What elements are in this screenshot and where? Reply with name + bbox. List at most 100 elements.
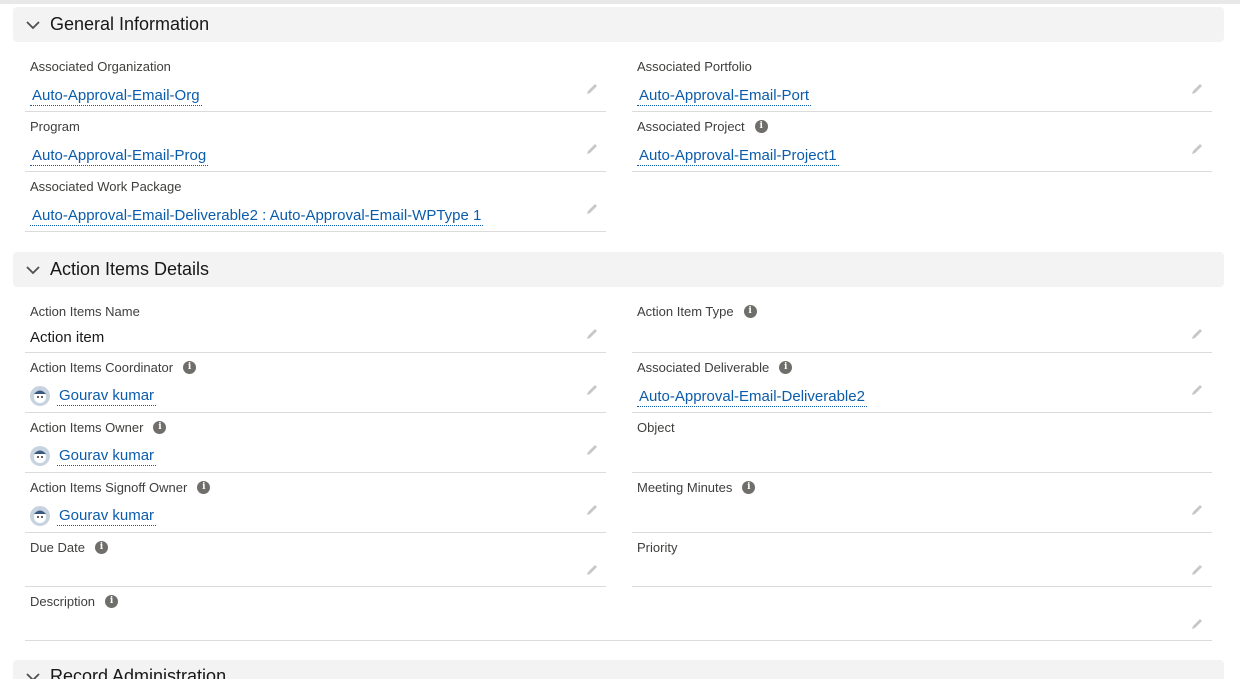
field-action-item-type: Action Item Type i bbox=[632, 304, 1212, 353]
divider bbox=[25, 472, 606, 473]
field-value: Gourav kumar bbox=[30, 446, 157, 466]
field-label: Action Items Owner i bbox=[30, 420, 167, 435]
pencil-icon[interactable] bbox=[585, 142, 599, 156]
divider bbox=[25, 586, 606, 587]
field-meeting-minutes: Meeting Minutes i bbox=[632, 480, 1212, 533]
chevron-down-icon bbox=[25, 17, 41, 33]
divider bbox=[632, 412, 1212, 413]
field-value: Auto-Approval-Email-Deliverable2 : Auto-… bbox=[30, 207, 484, 226]
divider bbox=[25, 532, 606, 533]
pencil-icon[interactable] bbox=[1190, 617, 1204, 631]
divider bbox=[25, 231, 606, 232]
label-text: Description bbox=[30, 594, 96, 609]
field-object: Object bbox=[632, 420, 1212, 473]
label-text: Action Items Coordinator bbox=[30, 360, 174, 375]
user-avatar-icon bbox=[30, 446, 50, 466]
program-link[interactable]: Auto-Approval-Email-Prog bbox=[30, 147, 209, 166]
label-text: Associated Project bbox=[637, 119, 745, 134]
label-text: Action Items Owner bbox=[30, 420, 144, 435]
associated-project-link[interactable]: Auto-Approval-Email-Project1 bbox=[637, 147, 839, 166]
field-action-items-coordinator: Action Items Coordinator i Gourav kumar bbox=[25, 360, 606, 413]
field-value: Auto-Approval-Email-Deliverable2 bbox=[637, 388, 867, 407]
label-text: Action Item Type bbox=[637, 304, 734, 319]
label-text: Due Date bbox=[30, 540, 85, 555]
chevron-down-icon bbox=[25, 262, 41, 278]
section-header-action-items-details[interactable]: Action Items Details bbox=[13, 252, 1224, 287]
field-value: Auto-Approval-Email-Org bbox=[30, 87, 202, 106]
section-header-general-information[interactable]: General Information bbox=[13, 7, 1224, 42]
pencil-icon[interactable] bbox=[1190, 383, 1204, 397]
associated-portfolio-link[interactable]: Auto-Approval-Email-Port bbox=[637, 87, 812, 106]
top-border bbox=[0, 0, 1240, 4]
field-value: Auto-Approval-Email-Port bbox=[637, 87, 812, 106]
pencil-icon[interactable] bbox=[1190, 327, 1204, 341]
info-icon[interactable]: i bbox=[153, 421, 167, 434]
label-text: Action Items Signoff Owner bbox=[30, 480, 188, 495]
pencil-icon[interactable] bbox=[1190, 142, 1204, 156]
owner-user-link[interactable]: Gourav kumar bbox=[57, 447, 157, 466]
field-value: Auto-Approval-Email-Project1 bbox=[637, 147, 839, 166]
info-icon[interactable]: i bbox=[183, 361, 197, 374]
info-icon[interactable]: i bbox=[743, 305, 757, 318]
field-value: Gourav kumar bbox=[30, 386, 157, 406]
section-title: Action Items Details bbox=[50, 259, 210, 279]
divider bbox=[25, 171, 606, 172]
user-avatar-icon bbox=[30, 386, 50, 406]
pencil-icon[interactable] bbox=[585, 563, 599, 577]
pencil-icon[interactable] bbox=[585, 202, 599, 216]
divider bbox=[25, 352, 606, 353]
field-value: Gourav kumar bbox=[30, 506, 157, 526]
section-title: General Information bbox=[50, 14, 210, 34]
field-associated-deliverable: Associated Deliverable i Auto-Approval-E… bbox=[632, 360, 1212, 413]
field-description: Description i bbox=[25, 594, 1212, 641]
field-label: Associated Project i bbox=[637, 119, 768, 134]
field-label: Action Items Signoff Owner i bbox=[30, 480, 211, 495]
pencil-icon[interactable] bbox=[585, 327, 599, 341]
field-associated-portfolio: Associated Portfolio Auto-Approval-Email… bbox=[632, 59, 1212, 112]
coordinator-user-link[interactable]: Gourav kumar bbox=[57, 387, 157, 406]
pencil-icon[interactable] bbox=[1190, 82, 1204, 96]
pencil-icon[interactable] bbox=[585, 82, 599, 96]
divider bbox=[25, 640, 1212, 641]
field-program: Program Auto-Approval-Email-Prog bbox=[25, 119, 606, 172]
info-icon[interactable]: i bbox=[197, 481, 211, 494]
info-icon[interactable]: i bbox=[742, 481, 756, 494]
pencil-icon[interactable] bbox=[585, 443, 599, 457]
section-header-record-administration[interactable]: Record Administration bbox=[13, 660, 1224, 679]
field-due-date: Due Date i bbox=[25, 540, 606, 587]
info-icon[interactable]: i bbox=[754, 120, 768, 133]
divider bbox=[25, 111, 606, 112]
field-label: Program bbox=[30, 119, 80, 134]
pencil-icon[interactable] bbox=[585, 503, 599, 517]
info-icon[interactable]: i bbox=[105, 595, 119, 608]
associated-deliverable-link[interactable]: Auto-Approval-Email-Deliverable2 bbox=[637, 388, 867, 407]
divider bbox=[632, 171, 1212, 172]
field-associated-project: Associated Project i Auto-Approval-Email… bbox=[632, 119, 1212, 172]
divider bbox=[632, 352, 1212, 353]
field-value: Auto-Approval-Email-Prog bbox=[30, 147, 209, 166]
divider bbox=[25, 412, 606, 413]
associated-organization-link[interactable]: Auto-Approval-Email-Org bbox=[30, 87, 202, 106]
info-icon[interactable]: i bbox=[779, 361, 793, 374]
field-label: Meeting Minutes i bbox=[637, 480, 756, 495]
user-avatar-icon bbox=[30, 506, 50, 526]
divider bbox=[632, 586, 1212, 587]
chevron-down-icon bbox=[25, 669, 41, 679]
label-text: Associated Deliverable bbox=[637, 360, 770, 375]
field-action-items-owner: Action Items Owner i Gourav kumar bbox=[25, 420, 606, 473]
signoff-owner-user-link[interactable]: Gourav kumar bbox=[57, 507, 157, 526]
pencil-icon[interactable] bbox=[1190, 563, 1204, 577]
field-label: Priority bbox=[637, 540, 678, 555]
field-label: Associated Portfolio bbox=[637, 59, 752, 74]
field-priority: Priority bbox=[632, 540, 1212, 587]
field-associated-work-package: Associated Work Package Auto-Approval-Em… bbox=[25, 179, 606, 232]
field-label: Due Date i bbox=[30, 540, 108, 555]
info-icon[interactable]: i bbox=[94, 541, 108, 554]
field-action-items-signoff-owner: Action Items Signoff Owner i Gourav kuma… bbox=[25, 480, 606, 533]
pencil-icon[interactable] bbox=[585, 383, 599, 397]
pencil-icon[interactable] bbox=[1190, 503, 1204, 517]
divider bbox=[632, 111, 1212, 112]
field-label: Description i bbox=[30, 594, 119, 609]
associated-work-package-link[interactable]: Auto-Approval-Email-Deliverable2 : Auto-… bbox=[30, 207, 484, 226]
divider bbox=[632, 532, 1212, 533]
